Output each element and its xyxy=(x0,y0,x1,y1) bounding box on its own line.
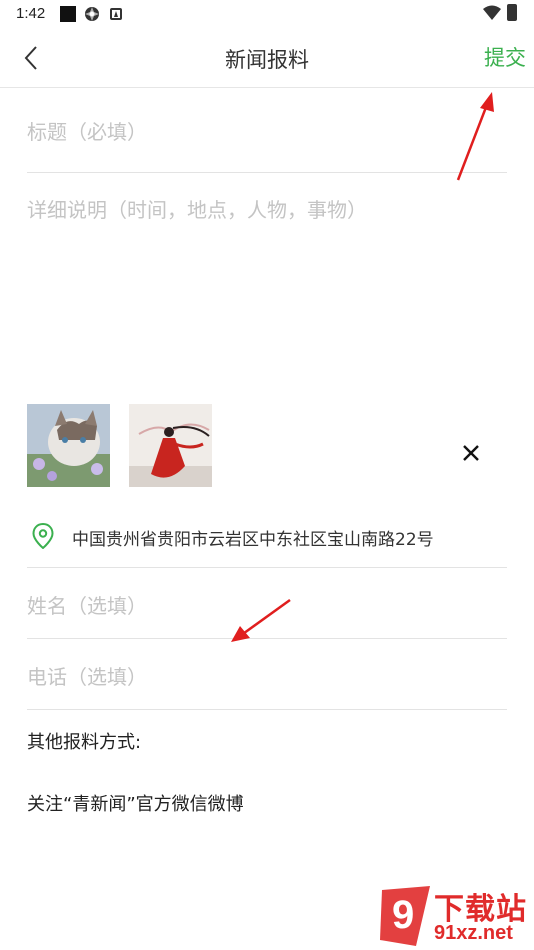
close-icon xyxy=(463,445,479,461)
title-input[interactable]: 标题（必填） xyxy=(27,88,507,173)
detail-textarea[interactable]: 详细说明（时间，地点，人物，事物） xyxy=(27,190,507,390)
status-time: 1:42 xyxy=(16,5,46,22)
location-pin-icon xyxy=(32,523,54,549)
other-channels-title: 其他报料方式: xyxy=(27,732,142,753)
square-icon xyxy=(60,6,76,22)
battery-icon xyxy=(507,4,517,21)
follow-wechat-weibo-text: 关注“青新闻”官方微信微博 xyxy=(27,794,244,815)
wifi-icon xyxy=(483,5,501,20)
detail-placeholder: 详细说明（时间，地点，人物，事物） xyxy=(27,198,367,222)
remove-image-button[interactable] xyxy=(459,441,483,465)
site-watermark: 9 下载站 91xz.net xyxy=(372,880,534,950)
header-bar: 新闻报料 提交 xyxy=(0,30,534,88)
red-dress-woman-image xyxy=(129,404,212,487)
name-input[interactable]: 姓名（选填） xyxy=(27,568,507,639)
a-icon xyxy=(110,8,122,20)
gear-icon xyxy=(85,7,99,21)
phone-input[interactable]: 电话（选填） xyxy=(27,639,507,710)
cat-photo-image xyxy=(27,404,110,487)
cat-photo[interactable] xyxy=(27,404,110,487)
location-address: 中国贵州省贵阳市云岩区中东社区宝山南路22号 xyxy=(72,530,434,550)
red-dress-woman-photo[interactable] xyxy=(129,404,212,487)
status-bar: 1:42 xyxy=(0,0,534,30)
watermark-logo: 9 xyxy=(380,886,430,946)
watermark-text-url: 91xz.net xyxy=(434,922,513,944)
submit-button[interactable]: 提交 xyxy=(484,42,526,72)
location-row[interactable]: 中国贵州省贵阳市云岩区中东社区宝山南路22号 xyxy=(27,510,507,568)
watermark-logo-text: 9 xyxy=(392,893,414,937)
page-title: 新闻报料 xyxy=(225,48,309,72)
